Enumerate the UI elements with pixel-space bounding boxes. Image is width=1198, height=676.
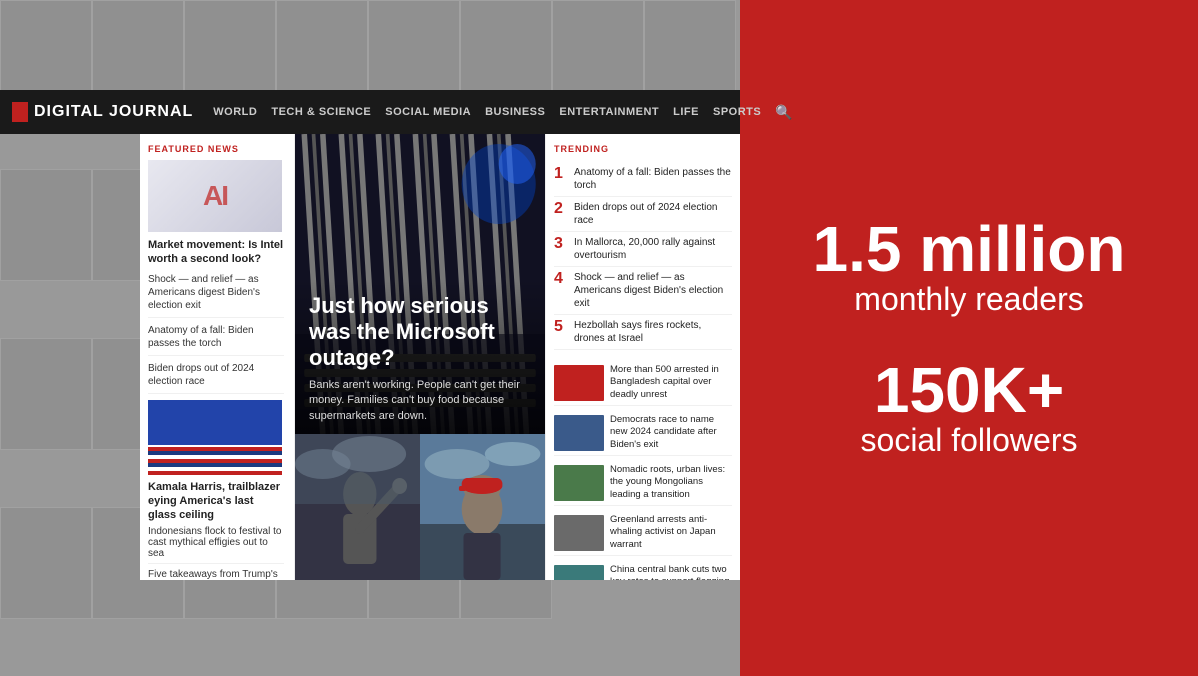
extra-link-2[interactable]: Five takeaways from Trump's first rally …: [148, 569, 284, 580]
trending-text-2: Biden drops out of 2024 election race: [574, 201, 732, 227]
kamala-image: [148, 400, 282, 475]
news-thumb-1: [554, 365, 604, 401]
extra-links: Indonesians flock to festival to cast my…: [148, 526, 284, 580]
news-item-4[interactable]: Greenland arrests anti-whaling activist …: [554, 510, 732, 556]
news-text-4: Greenland arrests anti-whaling activist …: [610, 514, 732, 551]
bottom-image-right[interactable]: [420, 434, 545, 580]
featured-link-3[interactable]: Biden drops out of 2024 election race: [148, 362, 284, 394]
news-items: More than 500 arrested in Bangladesh cap…: [554, 360, 732, 580]
news-text-5: China central bank cuts two key rates to…: [610, 564, 732, 580]
news-item-3[interactable]: Nomadic roots, urban lives: the young Mo…: [554, 460, 732, 506]
hero-subtitle: Banks aren't working. People can't get t…: [309, 378, 531, 424]
trending-text-1: Anatomy of a fall: Biden passes the torc…: [574, 166, 732, 192]
left-column: FEATURED NEWS AI Market movement: Is Int…: [140, 134, 295, 580]
news-item-1[interactable]: More than 500 arrested in Bangladesh cap…: [554, 360, 732, 406]
content-area: FEATURED NEWS AI Market movement: Is Int…: [140, 134, 740, 580]
right-column: TRENDING 1 Anatomy of a fall: Biden pass…: [545, 134, 740, 580]
trending-item-2[interactable]: 2 Biden drops out of 2024 election race: [554, 197, 732, 232]
news-thumb-5: [554, 565, 604, 580]
followers-stat: 150K+ social followers: [861, 358, 1078, 459]
trending-list: 1 Anatomy of a fall: Biden passes the to…: [554, 162, 732, 350]
trending-item-5[interactable]: 5 Hezbollah says fires rockets, drones a…: [554, 315, 732, 350]
featured-link-1[interactable]: Shock — and relief — as Americans digest…: [148, 273, 284, 318]
featured-label: FEATURED NEWS: [148, 144, 284, 154]
news-thumb-3: [554, 465, 604, 501]
right-panel: 1.5 million monthly readers 150K+ social…: [740, 0, 1198, 676]
followers-number: 150K+: [861, 358, 1078, 422]
trending-num-4: 4: [554, 271, 568, 287]
followers-label: social followers: [861, 422, 1078, 459]
logo-text: DIGITAL JOURNAL: [34, 103, 193, 121]
readers-label: monthly readers: [813, 281, 1126, 318]
hero-image[interactable]: Just how serious was the Microsoft outag…: [295, 134, 545, 434]
nav-items: WORLD TECH & SCIENCE SOCIAL MEDIA BUSINE…: [213, 104, 792, 121]
featured-ai-image: AI: [148, 160, 282, 232]
news-thumb-2: [554, 415, 604, 451]
news-text-1: More than 500 arrested in Bangladesh cap…: [610, 364, 732, 401]
trending-num-5: 5: [554, 319, 568, 335]
featured-main-title[interactable]: Market movement: Is Intel worth a second…: [148, 238, 284, 267]
nav-business[interactable]: BUSINESS: [485, 106, 545, 118]
featured-link-2[interactable]: Anatomy of a fall: Biden passes the torc…: [148, 324, 284, 356]
center-column: Just how serious was the Microsoft outag…: [295, 134, 545, 580]
trending-num-3: 3: [554, 236, 568, 252]
readers-number: 1.5 million: [813, 217, 1126, 281]
news-text-2: Democrats race to name new 2024 candidat…: [610, 414, 732, 451]
news-thumb-4: [554, 515, 604, 551]
hero-title: Just how serious was the Microsoft outag…: [309, 293, 531, 372]
kamala-title[interactable]: Kamala Harris, trailblazer eying America…: [148, 480, 284, 523]
nav-world[interactable]: WORLD: [213, 106, 257, 118]
center-bottom-images: [295, 434, 545, 580]
news-item-5[interactable]: China central bank cuts two key rates to…: [554, 560, 732, 580]
navbar: DIGITAL JOURNAL WORLD TECH & SCIENCE SOC…: [0, 90, 740, 134]
nav-sports[interactable]: SPORTS: [713, 106, 761, 118]
logo-area[interactable]: DIGITAL JOURNAL: [12, 102, 193, 122]
trending-num-1: 1: [554, 166, 568, 182]
readers-stat: 1.5 million monthly readers: [813, 217, 1126, 318]
trending-item-1[interactable]: 1 Anatomy of a fall: Biden passes the to…: [554, 162, 732, 197]
news-text-3: Nomadic roots, urban lives: the young Mo…: [610, 464, 732, 501]
nav-social-media[interactable]: SOCIAL MEDIA: [385, 106, 471, 118]
featured-links: Shock — and relief — as Americans digest…: [148, 273, 284, 394]
nav-tech-science[interactable]: TECH & SCIENCE: [271, 106, 371, 118]
trending-text-4: Shock — and relief — as Americans digest…: [574, 271, 732, 310]
search-icon[interactable]: 🔍: [775, 104, 792, 121]
nav-life[interactable]: LIFE: [673, 106, 699, 118]
trending-num-2: 2: [554, 201, 568, 217]
trending-item-3[interactable]: 3 In Mallorca, 20,000 rally against over…: [554, 232, 732, 267]
bottom-image-left[interactable]: [295, 434, 420, 580]
trending-label: TRENDING: [554, 144, 732, 154]
logo-box: [12, 102, 28, 122]
trending-text-5: Hezbollah says fires rockets, drones at …: [574, 319, 732, 345]
news-item-2[interactable]: Democrats race to name new 2024 candidat…: [554, 410, 732, 456]
trending-item-4[interactable]: 4 Shock — and relief — as Americans dige…: [554, 267, 732, 315]
trending-text-3: In Mallorca, 20,000 rally against overto…: [574, 236, 732, 262]
nav-entertainment[interactable]: ENTERTAINMENT: [559, 106, 659, 118]
extra-link-1[interactable]: Indonesians flock to festival to cast my…: [148, 526, 284, 564]
